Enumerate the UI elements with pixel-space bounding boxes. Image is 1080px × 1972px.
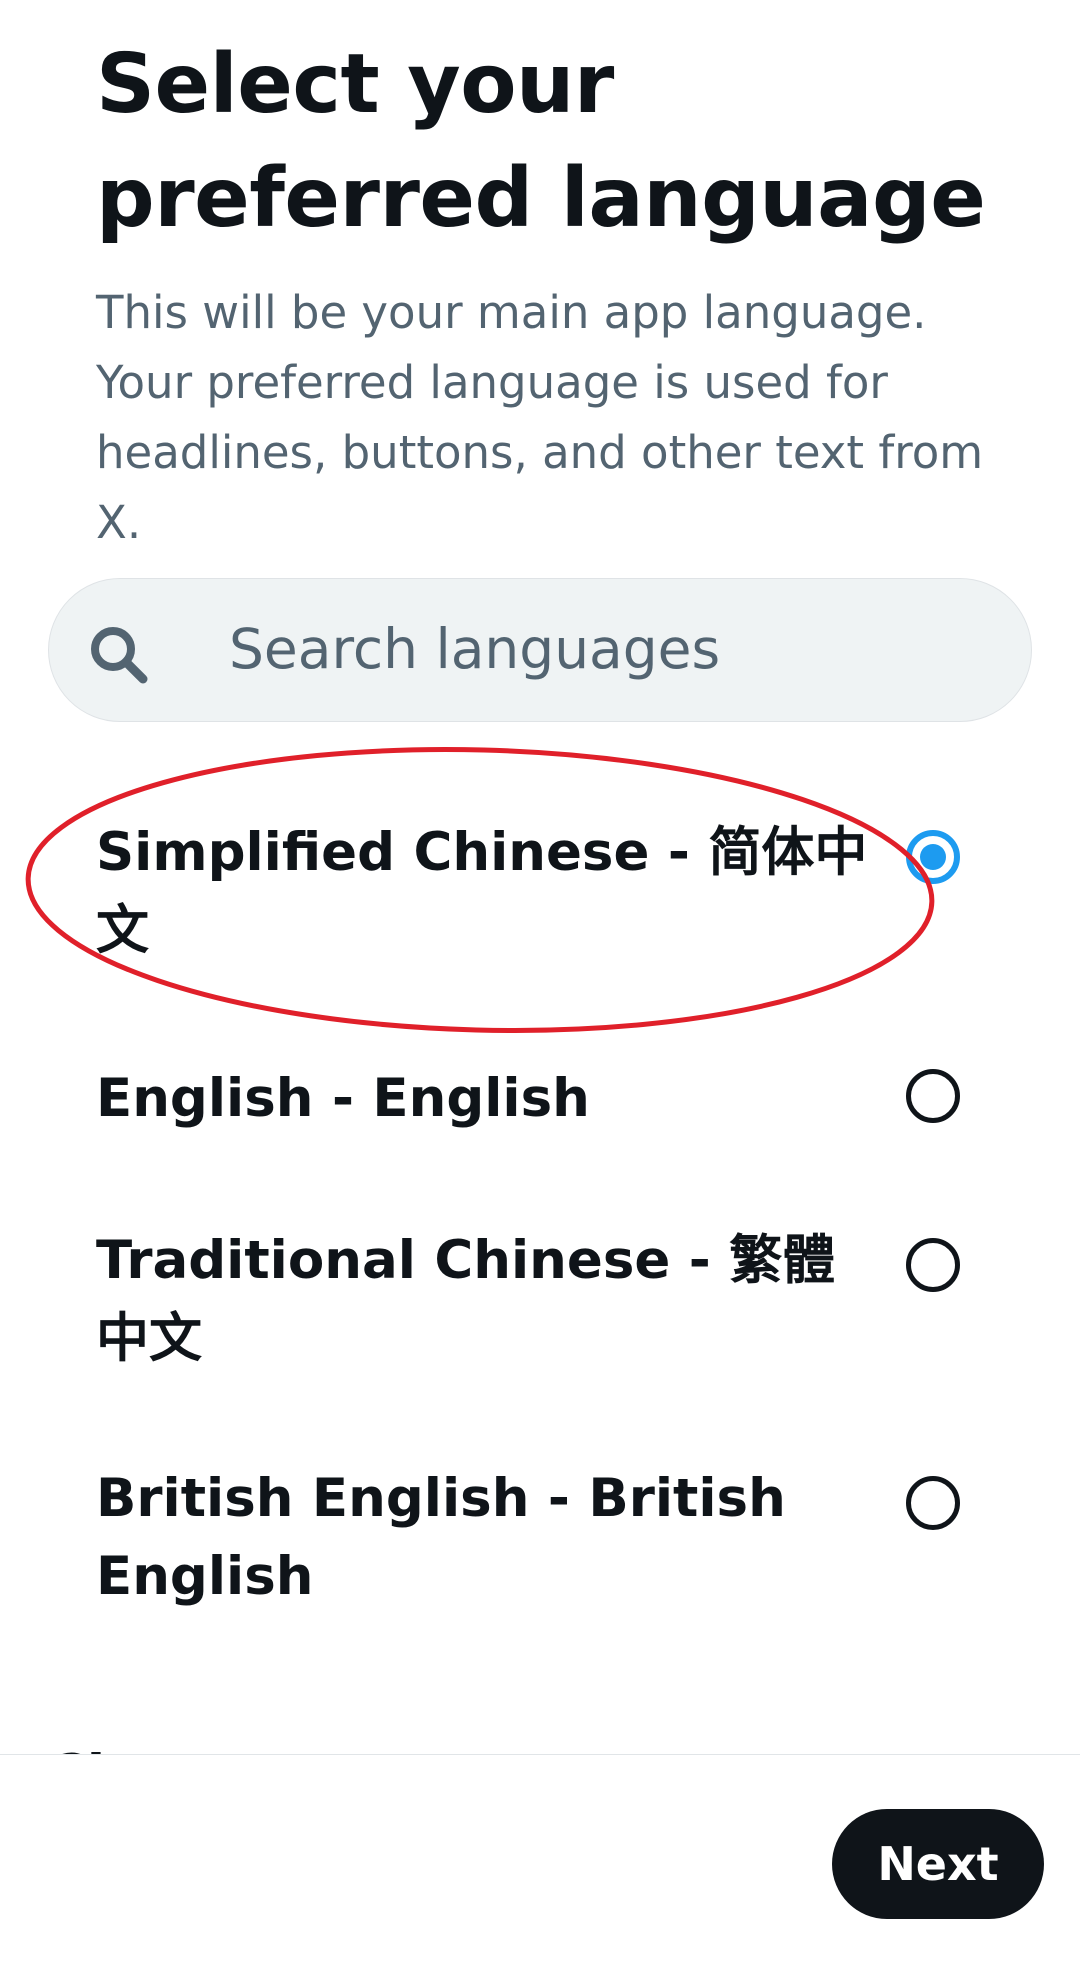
language-option-label: British English - British English: [96, 1468, 786, 1607]
language-option-traditional-chinese[interactable]: Traditional Chinese - 繁體中文: [0, 1222, 1080, 1422]
search-icon: [91, 627, 148, 684]
page-title: Select your preferred language: [96, 37, 986, 246]
language-option-simplified-chinese[interactable]: Simplified Chinese - 简体中文: [0, 800, 1080, 1000]
language-option-english[interactable]: English - English: [0, 1060, 1080, 1180]
page-subtitle: This will be your main app language. You…: [96, 286, 984, 549]
next-language-option-peek: Ch: [48, 1736, 125, 1754]
radio-button[interactable]: [906, 1069, 960, 1123]
language-option-label: English - English: [96, 1068, 590, 1129]
search-bar[interactable]: [48, 578, 1032, 722]
radio-button[interactable]: [906, 1476, 960, 1530]
language-option-british-english[interactable]: British English - British English: [0, 1460, 1080, 1630]
language-option-label: Traditional Chinese - 繁體中文: [96, 1230, 836, 1369]
radio-button-selected[interactable]: [906, 830, 960, 884]
search-input[interactable]: [179, 579, 999, 719]
radio-button[interactable]: [906, 1238, 960, 1292]
footer-bar: Next: [0, 1754, 1080, 1972]
next-button[interactable]: Next: [832, 1809, 1044, 1919]
language-option-label: Simplified Chinese - 简体中文: [96, 822, 868, 961]
